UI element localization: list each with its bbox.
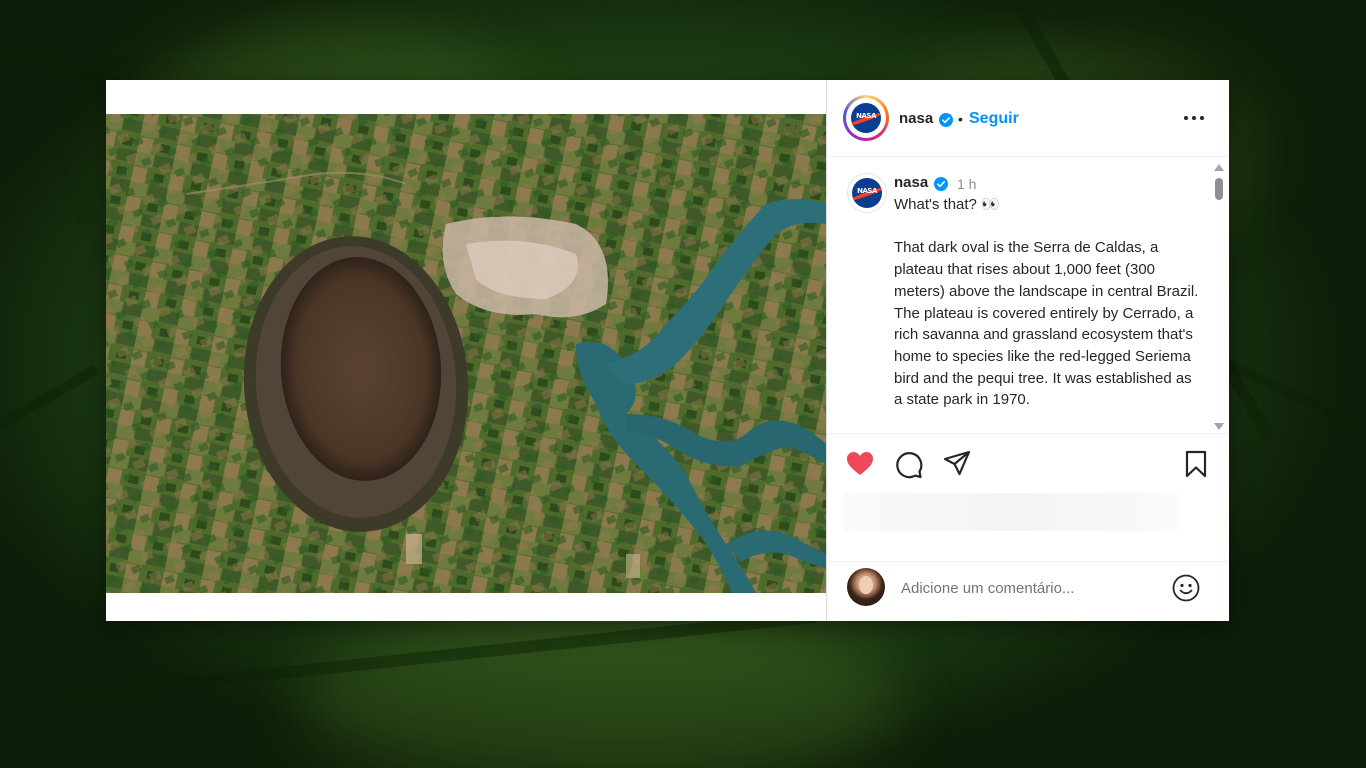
nasa-logo: NASA: [851, 103, 881, 133]
bookmark-icon[interactable]: [1181, 449, 1211, 479]
caption-username[interactable]: nasa: [894, 174, 928, 191]
likes-loading-placeholder: [843, 493, 1179, 531]
share-icon[interactable]: [942, 449, 972, 479]
post-modal: NASA nasa • Seguir NASA nasa 1 h What's …: [106, 80, 1229, 621]
satellite-image: [106, 114, 826, 593]
verified-badge-icon: [939, 113, 953, 127]
post-header: NASA nasa • Seguir: [827, 80, 1229, 157]
comment-input[interactable]: [899, 572, 1163, 604]
comment-icon[interactable]: [894, 450, 924, 480]
commenter-avatar[interactable]: [847, 568, 885, 606]
verified-badge-icon: [934, 177, 948, 191]
caption-avatar[interactable]: NASA: [847, 173, 887, 213]
scrollbar-thumb[interactable]: [1215, 178, 1223, 200]
emoji-icon[interactable]: [1171, 573, 1201, 603]
caption-area: NASA nasa 1 h What's that? 👀 That dark o…: [827, 157, 1229, 432]
profile-avatar[interactable]: NASA: [843, 95, 889, 141]
scroll-up-arrow-icon[interactable]: [1214, 164, 1224, 171]
more-options-button[interactable]: [1179, 106, 1209, 130]
follow-button[interactable]: Seguir: [969, 110, 1019, 128]
heart-icon[interactable]: [845, 449, 875, 479]
header-username[interactable]: nasa: [899, 110, 933, 127]
nasa-logo: NASA: [852, 178, 882, 208]
action-bar: [827, 433, 1229, 494]
separator-dot: •: [958, 111, 963, 127]
media-pane: [106, 80, 826, 621]
post-time[interactable]: 1 h: [957, 176, 976, 192]
comment-bar: [827, 561, 1229, 622]
caption-text: What's that? 👀 That dark oval is the Ser…: [894, 196, 1199, 409]
caption-scrollbar[interactable]: [1212, 164, 1226, 430]
post-side-pane: NASA nasa • Seguir NASA nasa 1 h What's …: [826, 80, 1229, 621]
scroll-down-arrow-icon[interactable]: [1214, 423, 1224, 430]
